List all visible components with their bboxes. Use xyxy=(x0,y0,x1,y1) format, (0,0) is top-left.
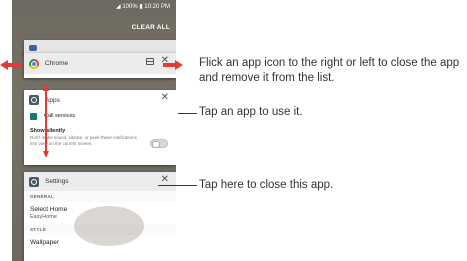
apps-close-icon[interactable]: ✕ xyxy=(161,92,169,103)
settings-card-title: Settings xyxy=(45,178,69,185)
settings-gear-icon xyxy=(29,176,39,187)
show-silently-toggle[interactable] xyxy=(150,139,168,148)
touch-ripple xyxy=(74,206,144,246)
back-icon[interactable] xyxy=(64,254,70,259)
settings-card[interactable]: Settings ✕ GENERAL Select Home EasyHome … xyxy=(24,172,176,261)
swipe-left-arrow-icon xyxy=(0,60,22,70)
status-bar: ◢ 100% ▮ 10:20 PM xyxy=(116,4,170,10)
home-icon[interactable] xyxy=(91,254,97,259)
flick-callout: Flick an app icon to the right or left t… xyxy=(199,57,460,84)
phone-icon xyxy=(30,112,37,120)
tap-close-leader xyxy=(158,185,197,186)
settings-close-icon[interactable]: ✕ xyxy=(161,174,169,185)
tabs-icon[interactable] xyxy=(146,58,154,65)
swipe-vertical-arrow-icon xyxy=(43,84,49,158)
general-section-label: GENERAL xyxy=(24,191,176,202)
swipe-right-arrow-icon xyxy=(163,60,183,70)
chrome-card[interactable]: Chrome ✕ xyxy=(24,53,176,78)
app-icon xyxy=(29,45,37,51)
tap-app-leader xyxy=(178,113,197,114)
chrome-icon xyxy=(29,58,39,69)
tap-app-callout: Tap an app to use it. xyxy=(199,106,303,118)
settings-gear-icon xyxy=(29,95,39,105)
tap-close-callout: Tap here to close this app. xyxy=(199,179,334,191)
phone-screen: ◢ 100% ▮ 10:20 PM CLEAR ALL Chrome ✕ App… xyxy=(12,0,176,261)
recents-icon[interactable] xyxy=(118,254,124,259)
clear-all-button[interactable]: CLEAR ALL xyxy=(132,24,170,31)
chrome-card-title: Chrome xyxy=(45,60,69,67)
nav-bar xyxy=(12,252,176,261)
